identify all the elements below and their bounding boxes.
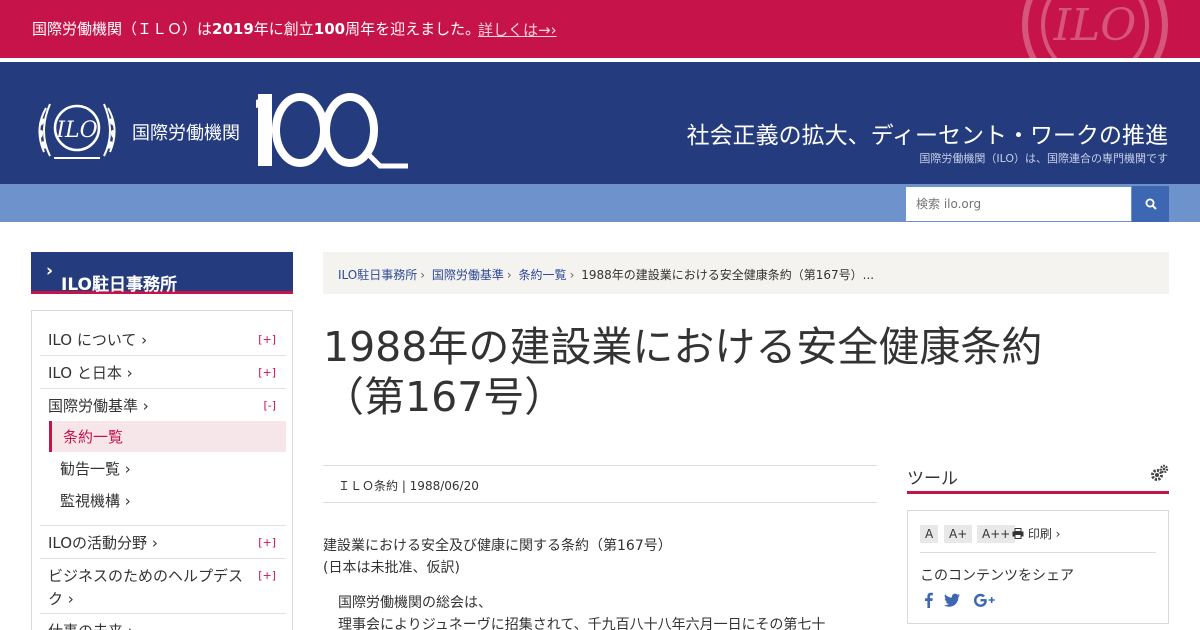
body-paragraph: 国際労働機関の総会は、 bbox=[338, 595, 492, 611]
print-button[interactable]: 印刷 › bbox=[1012, 525, 1060, 542]
breadcrumb-link[interactable]: 条約一覧 bbox=[519, 268, 567, 282]
sidebar-item-business-helpdesk[interactable]: ビジネスのためのヘルプデスク › [+] bbox=[40, 559, 286, 614]
article-meta: ＩＬＯ条約 | 1988/06/20 bbox=[323, 465, 877, 503]
sidebar-item-ilo-japan[interactable]: ILO と日本 › [+] bbox=[40, 356, 286, 389]
collapse-toggle[interactable]: [-] bbox=[263, 399, 276, 412]
sidebar-subitem-conventions[interactable]: 条約一覧 bbox=[49, 421, 286, 452]
org-name: 国際労働機関 bbox=[132, 123, 240, 144]
sidebar-nav: ILO について › [+] ILO と日本 › [+] 国際労働基準 › [-… bbox=[31, 310, 293, 630]
search-input[interactable] bbox=[905, 186, 1132, 222]
breadcrumb: ILO駐日事務所 › 国際労働基準 › 条約一覧 › 1988年の建設業における安全健… bbox=[323, 252, 1169, 294]
tools-panel: A A+ A++ 印刷 › このコンテンツをシェア bbox=[907, 510, 1169, 624]
search-icon bbox=[1145, 198, 1157, 210]
expand-toggle[interactable]: [+] bbox=[258, 366, 276, 379]
sidebar-item-activities[interactable]: ILOの活動分野 › [+] bbox=[40, 526, 286, 559]
sidebar-title[interactable]: ILO駐日事務所 › bbox=[31, 252, 293, 295]
ratification-note: (日本は未批准、仮訳) bbox=[323, 560, 460, 576]
font-size-normal-button[interactable]: A bbox=[920, 525, 939, 543]
sub-tagline: 国際労働機関（ILO）は、国際連合の専門機関です bbox=[919, 152, 1168, 165]
svg-text:ILO: ILO bbox=[55, 118, 97, 143]
ilo-logo[interactable]: ILO bbox=[32, 92, 122, 166]
font-size-large-button[interactable]: A+ bbox=[944, 525, 973, 543]
divider bbox=[920, 552, 1156, 553]
twitter-icon[interactable] bbox=[943, 591, 961, 609]
sidebar-item-about[interactable]: ILO について › [+] bbox=[40, 323, 286, 356]
site-header: ILO 国際労働機関 社会正義の拡大、ディーセント・ワークの推進 国際労働機関（… bbox=[0, 62, 1200, 184]
print-icon bbox=[1012, 528, 1024, 539]
anniversary-banner: 国際労働機関（ＩＬＯ）は2019年に創立100周年を迎えました。 詳しくは→› … bbox=[0, 0, 1200, 58]
sidebar-subitem-recommendations[interactable]: 勧告一覧 › bbox=[49, 453, 286, 484]
convention-full-title: 建設業における安全及び健康に関する条約（第167号） bbox=[323, 538, 672, 554]
google-plus-icon[interactable] bbox=[973, 591, 997, 609]
body-paragraph: 理事会によりジュネーヴに招集されて、千九百八十八年六月一日にその第七十 bbox=[338, 617, 826, 630]
sidebar-item-future-of-work[interactable]: 仕事の未来 › bbox=[40, 614, 286, 630]
expand-toggle[interactable]: [+] bbox=[258, 333, 276, 346]
banner-text: 国際労働機関（ＩＬＯ）は2019年に創立100周年を迎えました。 bbox=[32, 20, 481, 38]
sidebar-subitem-supervisory[interactable]: 監視機構 › bbox=[49, 485, 286, 516]
breadcrumb-link[interactable]: ILO駐日事務所 bbox=[338, 268, 417, 282]
tagline: 社会正義の拡大、ディーセント・ワークの推進 bbox=[686, 123, 1168, 149]
expand-toggle[interactable]: [+] bbox=[258, 569, 276, 582]
share-label: このコンテンツをシェア bbox=[920, 568, 1074, 584]
expand-toggle[interactable]: [+] bbox=[258, 536, 276, 549]
tools-header: ツール bbox=[907, 462, 1169, 494]
breadcrumb-link[interactable]: 国際労働基準 bbox=[432, 268, 504, 282]
ilo-watermark-logo: ILO bbox=[1022, 0, 1168, 58]
svg-text:ILO: ILO bbox=[1053, 0, 1137, 51]
page-title: 1988年の建設業における安全健康条約 （第167号） bbox=[323, 323, 1043, 421]
facebook-icon[interactable] bbox=[920, 591, 938, 609]
banner-details-link[interactable]: 詳しくは→› bbox=[478, 19, 557, 40]
gears-icon[interactable] bbox=[1149, 464, 1169, 484]
centenary-logo bbox=[256, 93, 408, 169]
font-size-xlarge-button[interactable]: A++ bbox=[977, 525, 1016, 543]
search-button[interactable] bbox=[1132, 186, 1169, 222]
breadcrumb-current: 1988年の建設業における安全健康条約（第167号）... bbox=[581, 268, 875, 282]
